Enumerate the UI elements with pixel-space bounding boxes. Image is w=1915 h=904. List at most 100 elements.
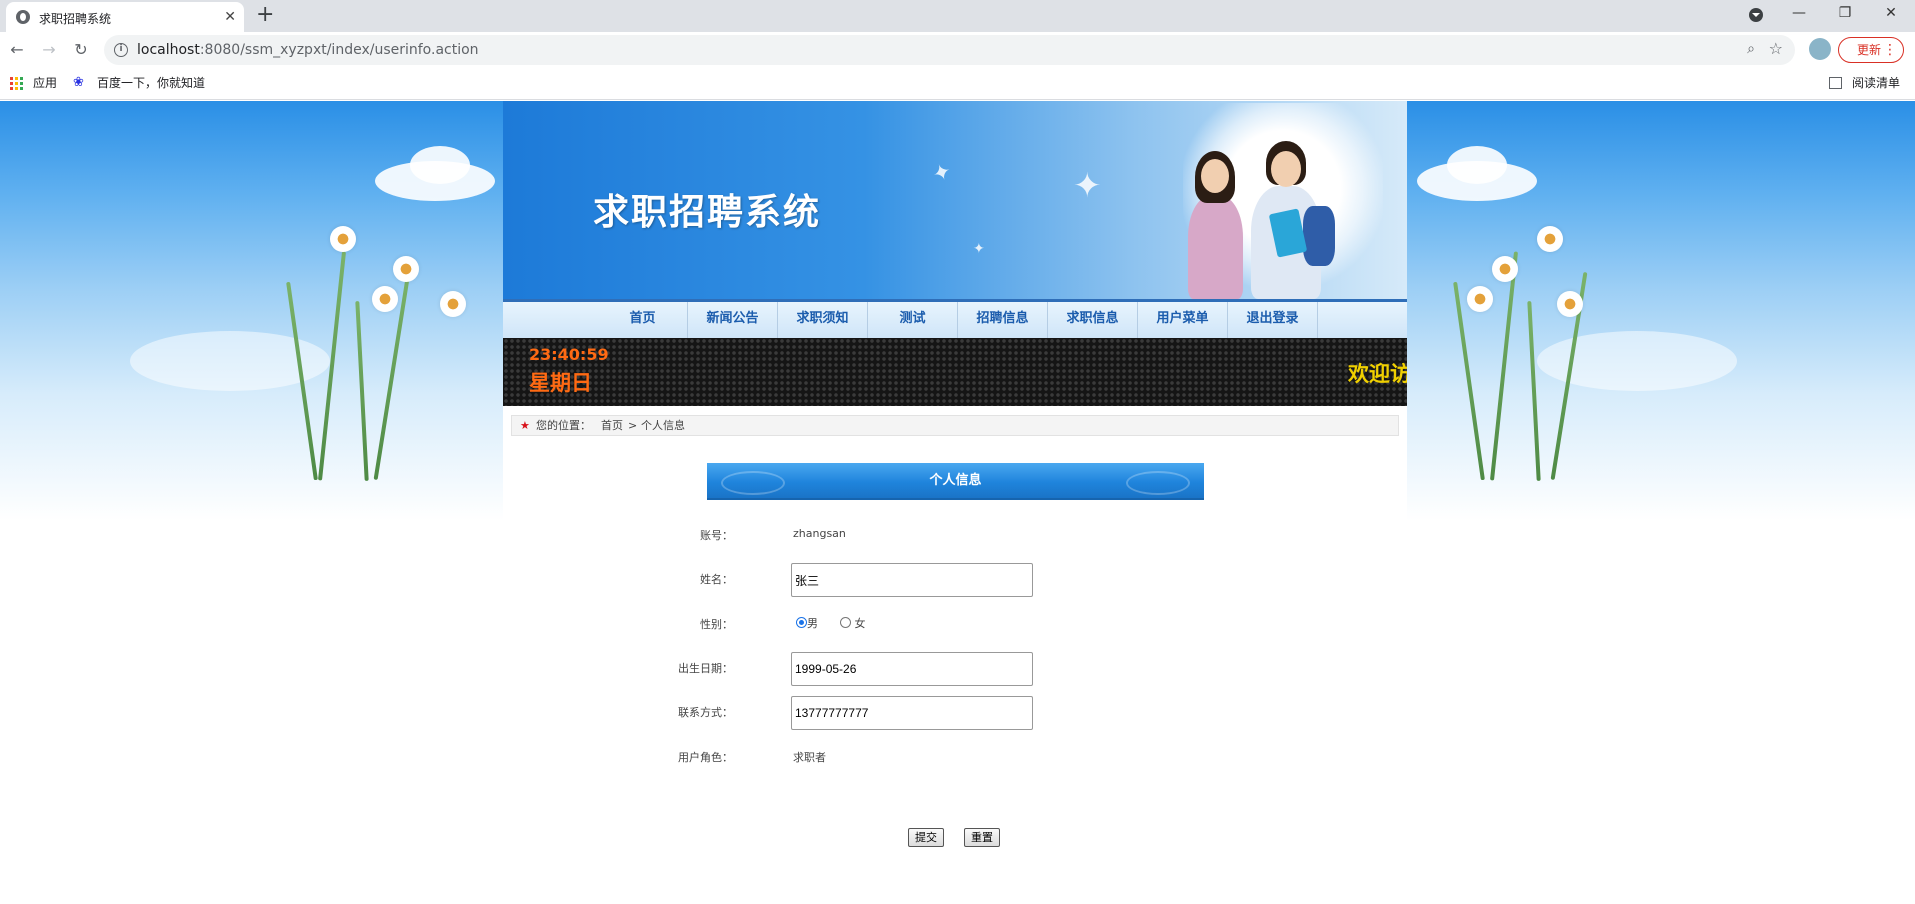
nav-job-seeking[interactable]: 求职信息 [1048, 302, 1138, 338]
daffodil-flower [440, 291, 466, 317]
led-ticker: 23:40:59 星期日 欢迎访 [503, 338, 1407, 406]
tab-title: 求职招聘系统 [39, 12, 112, 26]
account-value: zhangsan [793, 527, 846, 540]
grass-blade [1527, 301, 1541, 481]
cloud [410, 146, 470, 184]
restore-button[interactable]: ❐ [1822, 0, 1868, 28]
clock-display: 23:40:59 [529, 345, 609, 364]
nav-recruitment[interactable]: 招聘信息 [958, 302, 1048, 338]
radio-unchecked-icon[interactable] [840, 617, 851, 628]
daffodil-flower [1467, 286, 1493, 312]
new-tab-button[interactable]: + [256, 3, 274, 27]
page-viewport: ✦ ✦ ✦ 求职招聘系统 首页 新闻公告 求职须知 测试 招聘信息 求职信息 用… [0, 101, 1915, 904]
cloud [1447, 146, 1507, 184]
student-girl-illustration [1188, 196, 1243, 299]
url-path: :8080/ssm_xyzpxt/index/userinfo.action [199, 42, 479, 58]
zoom-icon[interactable]: ⌕ [1747, 41, 1755, 57]
bookmark-star-icon[interactable]: ☆ [1769, 39, 1783, 58]
daffodil-flower [1492, 256, 1518, 282]
phone-row: 联系方式： [633, 696, 1133, 730]
gender-male-radio[interactable]: 男 [796, 615, 818, 631]
birthday-label: 出生日期： [678, 662, 733, 675]
role-label: 用户角色： [678, 751, 733, 764]
minimize-button[interactable]: — [1776, 0, 1822, 28]
info-icon[interactable]: i [114, 43, 128, 57]
nav-news[interactable]: 新闻公告 [688, 302, 778, 338]
site-title: 求职招聘系统 [593, 192, 822, 233]
role-value: 求职者 [793, 751, 826, 764]
background-sky-right [1407, 101, 1915, 521]
site-banner: ✦ ✦ ✦ 求职招聘系统 [503, 101, 1407, 299]
browser-tab-bar: 求职招聘系统 ✕ + — ❐ ✕ [0, 0, 1915, 32]
update-button[interactable]: 更新 [1838, 37, 1904, 63]
breadcrumb: ★ 您的位置： 首页 > 个人信息 [511, 415, 1399, 436]
nav-logout[interactable]: 退出登录 [1228, 302, 1318, 338]
browser-tab[interactable]: 求职招聘系统 ✕ [6, 2, 244, 32]
breadcrumb-separator: > [628, 419, 638, 432]
gender-female-radio[interactable]: 女 [840, 615, 866, 631]
account-label: 账号： [700, 529, 733, 542]
gender-female-label: 女 [854, 617, 866, 630]
gender-row: 性别： 男 女 [633, 608, 1133, 642]
name-row: 姓名： [633, 563, 1133, 597]
browser-toolbar: ← → ↻ i localhost:8080/ssm_xyzpxt/index/… [0, 32, 1915, 68]
daffodil-flower [372, 286, 398, 312]
bookmark-apps[interactable]: 应用 [33, 75, 57, 91]
address-bar[interactable]: i localhost:8080/ssm_xyzpxt/index/userin… [104, 35, 1795, 65]
back-arrow-icon[interactable]: ← [5, 38, 29, 62]
sparkle-decoration: ✦ [1073, 166, 1102, 206]
nav-test[interactable]: 测试 [868, 302, 958, 338]
grass-blade [355, 301, 369, 481]
reading-list-icon[interactable] [1829, 77, 1842, 89]
daffodil-flower [1557, 291, 1583, 317]
grass-blade [1489, 251, 1519, 481]
girl-face [1201, 159, 1229, 193]
nav-user-menu[interactable]: 用户菜单 [1138, 302, 1228, 338]
sparkle-decoration: ✦ [929, 158, 956, 189]
profile-avatar[interactable] [1809, 38, 1831, 60]
nav-home[interactable]: 首页 [598, 302, 688, 338]
name-label: 姓名： [700, 573, 733, 586]
bookmarks-bar: 应用 ❀ 百度一下，你就知道 阅读清单 [0, 68, 1915, 100]
gender-male-label: 男 [807, 617, 818, 630]
main-container: ✦ ✦ ✦ 求职招聘系统 首页 新闻公告 求职须知 测试 招聘信息 求职信息 用… [503, 101, 1407, 904]
form-heading: 个人信息 [707, 463, 1204, 500]
reading-list-button[interactable]: 阅读清单 [1852, 75, 1900, 91]
star-icon: ★ [520, 419, 530, 432]
sparkle-decoration: ✦ [973, 241, 985, 257]
account-row: 账号： zhangsan [633, 519, 1133, 553]
tab-close-icon[interactable]: ✕ [224, 7, 236, 27]
radio-checked-icon[interactable] [796, 617, 807, 628]
url-host: localhost [137, 42, 200, 58]
submit-button[interactable]: 提交 [908, 828, 944, 847]
apps-grid-icon[interactable] [10, 77, 23, 90]
daffodil-flower [330, 226, 356, 252]
phone-input[interactable] [791, 696, 1033, 730]
breadcrumb-label: 您的位置： [536, 419, 591, 432]
background-sky-left [0, 101, 503, 521]
main-nav: 首页 新闻公告 求职须知 测试 招聘信息 求职信息 用户菜单 退出登录 [503, 299, 1407, 338]
role-row: 用户角色： 求职者 [633, 741, 1133, 775]
url-text[interactable]: localhost:8080/ssm_xyzpxt/index/userinfo… [137, 42, 479, 58]
birthday-row: 出生日期： [633, 652, 1133, 686]
backpack [1303, 206, 1335, 266]
tab-search-icon[interactable] [1749, 8, 1763, 22]
globe-icon [16, 10, 30, 24]
boy-face [1271, 151, 1301, 187]
welcome-marquee: 欢迎访 [1348, 362, 1407, 386]
nav-job-guide[interactable]: 求职须知 [778, 302, 868, 338]
gender-label: 性别： [700, 618, 733, 631]
phone-label: 联系方式： [678, 706, 733, 719]
reset-button[interactable]: 重置 [964, 828, 1000, 847]
bookmark-baidu[interactable]: 百度一下，你就知道 [97, 75, 205, 91]
forward-arrow-icon[interactable]: → [37, 38, 61, 62]
name-input[interactable] [791, 563, 1033, 597]
daffodil-flower [1537, 226, 1563, 252]
close-window-button[interactable]: ✕ [1868, 0, 1914, 28]
daffodil-flower [393, 256, 419, 282]
birthday-input[interactable] [791, 652, 1033, 686]
weekday-display: 星期日 [529, 371, 592, 395]
breadcrumb-current: 个人信息 [641, 419, 685, 432]
reload-icon[interactable]: ↻ [69, 38, 93, 62]
breadcrumb-home-link[interactable]: 首页 [601, 416, 623, 435]
